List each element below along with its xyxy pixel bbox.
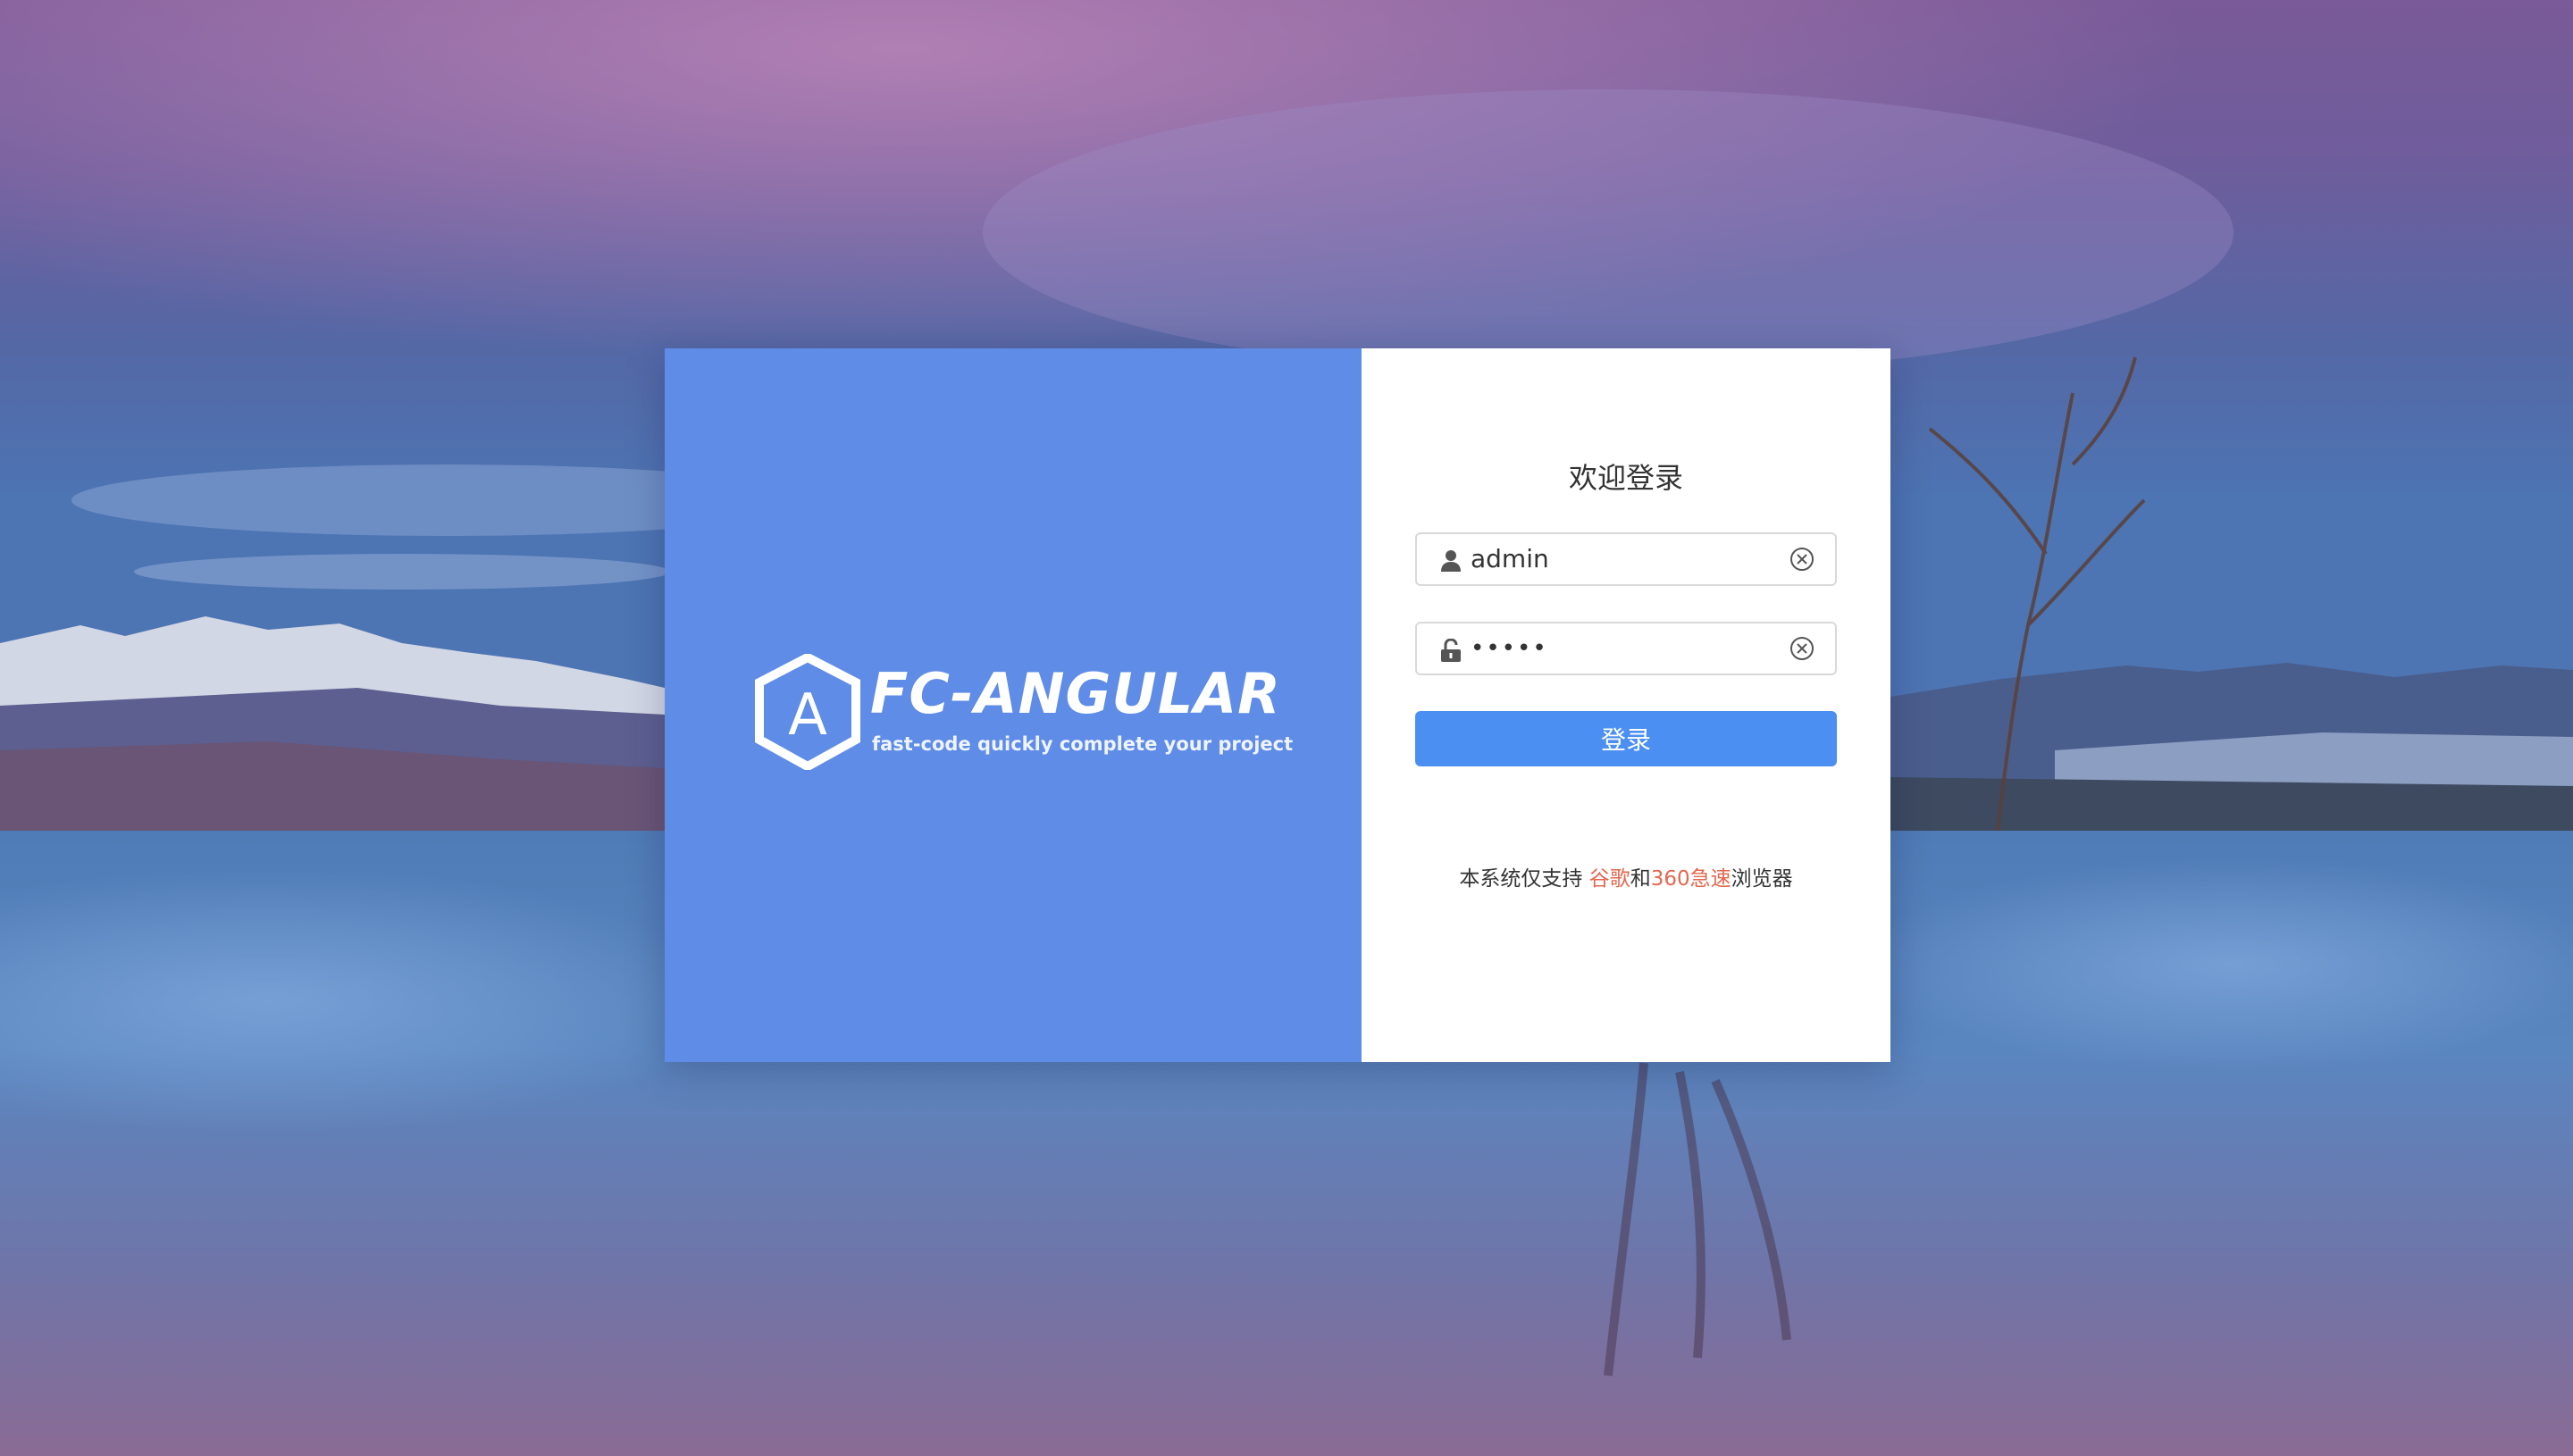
note-suffix: 浏览器 (1731, 867, 1793, 891)
login-title: 欢迎登录 (1568, 461, 1683, 495)
note-prefix: 本系统仅支持 (1459, 867, 1589, 891)
username-value[interactable]: admin (1471, 534, 1549, 584)
brand-logo: A FC-ANGULAR fast-code quickly complete … (754, 654, 1293, 779)
browser-chrome-link: 谷歌 (1588, 867, 1630, 891)
login-form-panel: 欢迎登录 admin ••••• 登录 本系统仅支持 谷歌和360急速浏览器 (1362, 348, 1890, 1062)
user-icon (1441, 550, 1461, 572)
logo-letter: A (788, 682, 827, 749)
brand-panel: A FC-ANGULAR fast-code quickly complete … (665, 348, 1362, 1062)
clear-circle-icon[interactable] (1789, 635, 1815, 662)
clear-circle-icon[interactable] (1789, 546, 1815, 573)
username-field[interactable]: admin (1415, 532, 1837, 586)
angular-shield-icon: A (755, 654, 860, 770)
login-card: A FC-ANGULAR fast-code quickly complete … (665, 348, 1890, 1062)
brand-slogan: fast-code quickly complete your project (872, 733, 1294, 755)
brand-name: FC-ANGULAR (870, 661, 1281, 726)
browser-360-link: 360急速 (1650, 867, 1731, 891)
unlock-icon (1441, 639, 1461, 662)
password-field[interactable]: ••••• (1415, 622, 1837, 675)
password-value[interactable]: ••••• (1471, 623, 1548, 674)
browser-support-note: 本系统仅支持 谷歌和360急速浏览器 (1362, 861, 1890, 891)
note-middle: 和 (1630, 867, 1651, 891)
login-button[interactable]: 登录 (1415, 711, 1837, 766)
